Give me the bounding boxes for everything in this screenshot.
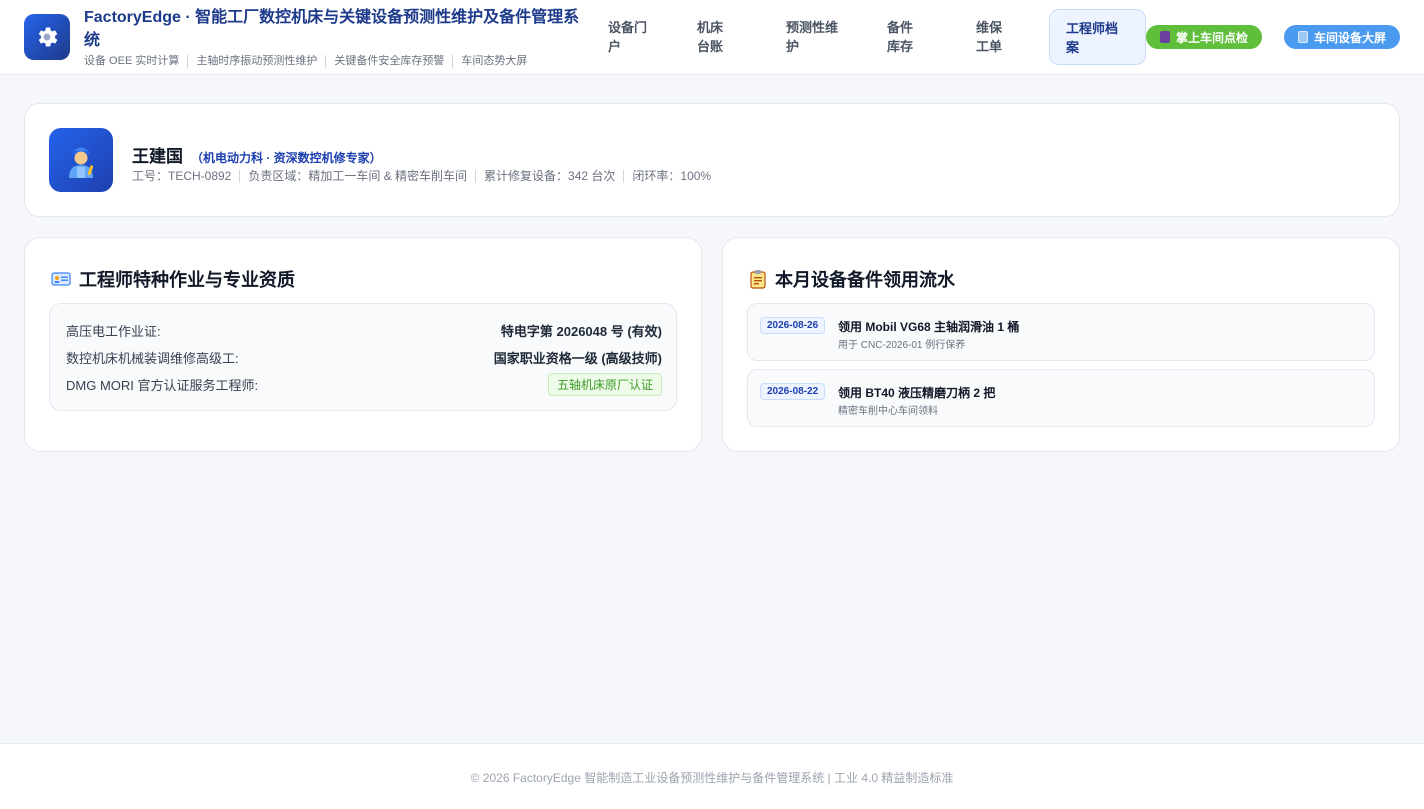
certification-badge: 五轴机床原厂认证 bbox=[547, 372, 662, 396]
parts-log-heading: 本月设备备件领用流水 bbox=[749, 266, 955, 292]
nav-maintenance-orders[interactable]: 维保工单 bbox=[960, 9, 1030, 65]
qualification-value: 国家职业资格一级 (高级技师) bbox=[493, 350, 662, 366]
log-description: 精密车削中心车间领料 bbox=[838, 406, 938, 417]
workshop-screen-button[interactable]: 车间设备大屏 bbox=[1284, 25, 1400, 49]
id-card-icon bbox=[51, 272, 71, 286]
log-title: 领用 BT40 液压精磨刀柄 2 把 bbox=[838, 386, 996, 400]
qualification-label: 高压电工作业证: bbox=[66, 323, 161, 339]
engineer-meta: 工号：TECH-0892 负责区域：精加工一车间 & 精密车削车间 累计修复设备… bbox=[132, 170, 719, 183]
qualification-item: 数控机床机械装调维修高级工: 国家职业资格一级 (高级技师) bbox=[66, 346, 662, 368]
log-date: 2026-08-22 bbox=[760, 383, 826, 400]
nav-engineer-profile[interactable]: 工程师档案 bbox=[1049, 9, 1146, 65]
engineer-name: 王建国 bbox=[132, 147, 183, 166]
nav-spare-parts-inventory[interactable]: 备件库存 bbox=[871, 9, 941, 65]
engineer-title: （机电动力科 · 资深数控机修专家） bbox=[191, 151, 382, 165]
phone-icon bbox=[1159, 31, 1170, 43]
app-title: FactoryEdge · 智能工厂数控机床与关键设备预测性维护及备件管理系统 bbox=[84, 9, 580, 49]
feature-tags: 设备 OEE 实时计算 主轴时序振动预测性维护 关键备件安全库存预警 车间态势大… bbox=[84, 55, 535, 68]
feature-tag: 主轴时序振动预测性维护 bbox=[187, 55, 325, 68]
repair-count: 累计修复设备：342 台次 bbox=[475, 170, 623, 183]
avatar bbox=[49, 128, 113, 192]
parts-log-title: 本月设备备件领用流水 bbox=[775, 270, 955, 290]
footer: © 2026 FactoryEdge 智能制造工业设备预测性维护与备件管理系统 … bbox=[0, 743, 1424, 809]
workshop-screen-label: 车间设备大屏 bbox=[1313, 30, 1386, 45]
feature-tag: 车间态势大屏 bbox=[452, 55, 535, 68]
parts-log-panel: 本月设备备件领用流水 2026-08-26 领用 Mobil VG68 主轴润滑… bbox=[722, 237, 1400, 452]
qualification-value: 特电字第 2026048 号 (有效) bbox=[500, 323, 662, 339]
nav-device-portal[interactable]: 设备门户 bbox=[592, 9, 670, 65]
log-description: 用于 CNC-2026-01 例行保养 bbox=[838, 340, 966, 351]
qualification-label: 数控机床机械装调维修高级工: bbox=[66, 350, 239, 366]
nav-machine-ledger[interactable]: 机床台账 bbox=[681, 9, 751, 65]
list-item[interactable]: 2026-08-22 领用 BT40 液压精磨刀柄 2 把 精密车削中心车间领料 bbox=[747, 369, 1375, 427]
employee-id: 工号：TECH-0892 bbox=[132, 169, 232, 183]
footer-copyright: © 2026 FactoryEdge 智能制造工业设备预测性维护与备件管理系统 … bbox=[470, 771, 954, 785]
mobile-inspection-label: 掌上车间点检 bbox=[1175, 30, 1248, 45]
top-header: FactoryEdge · 智能工厂数控机床与关键设备预测性维护及备件管理系统 … bbox=[0, 0, 1424, 75]
nav-predictive-maintenance[interactable]: 预测性维护 bbox=[770, 9, 854, 65]
clipboard-icon bbox=[750, 270, 766, 289]
log-date: 2026-08-26 bbox=[760, 317, 826, 334]
gear-icon[interactable] bbox=[24, 14, 70, 60]
monitor-icon bbox=[1297, 31, 1308, 43]
responsible-area: 负责区域：精加工一车间 & 精密车削车间 bbox=[239, 170, 475, 183]
qualifications-heading: 工程师特种作业与专业资质 bbox=[51, 266, 295, 292]
engineer-heading: 王建国 （机电动力科 · 资深数控机修专家） bbox=[132, 142, 382, 167]
qualifications-list: 高压电工作业证: 特电字第 2026048 号 (有效) 数控机床机械装调维修高… bbox=[49, 303, 677, 411]
list-item[interactable]: 2026-08-26 领用 Mobil VG68 主轴润滑油 1 桶 用于 CN… bbox=[747, 303, 1375, 361]
mobile-inspection-button[interactable]: 掌上车间点检 bbox=[1146, 25, 1262, 49]
mechanic-icon bbox=[69, 147, 94, 178]
engineer-profile-card: 王建国 （机电动力科 · 资深数控机修专家） 工号：TECH-0892 负责区域：… bbox=[24, 103, 1400, 217]
qualification-label: DMG MORI 官方认证服务工程师: bbox=[66, 377, 259, 393]
feature-tag: 关键备件安全库存预警 bbox=[325, 55, 452, 68]
qualification-item: 高压电工作业证: 特电字第 2026048 号 (有效) bbox=[66, 319, 662, 341]
qualifications-title: 工程师特种作业与专业资质 bbox=[79, 270, 295, 290]
feature-tag: 设备 OEE 实时计算 bbox=[84, 55, 180, 67]
qualifications-panel: 工程师特种作业与专业资质 高压电工作业证: 特电字第 2026048 号 (有效… bbox=[24, 237, 702, 452]
qualification-item: DMG MORI 官方认证服务工程师: 五轴机床原厂认证 bbox=[66, 372, 662, 396]
log-title: 领用 Mobil VG68 主轴润滑油 1 桶 bbox=[838, 320, 1020, 334]
closure-rate: 闭环率：100% bbox=[623, 170, 719, 183]
